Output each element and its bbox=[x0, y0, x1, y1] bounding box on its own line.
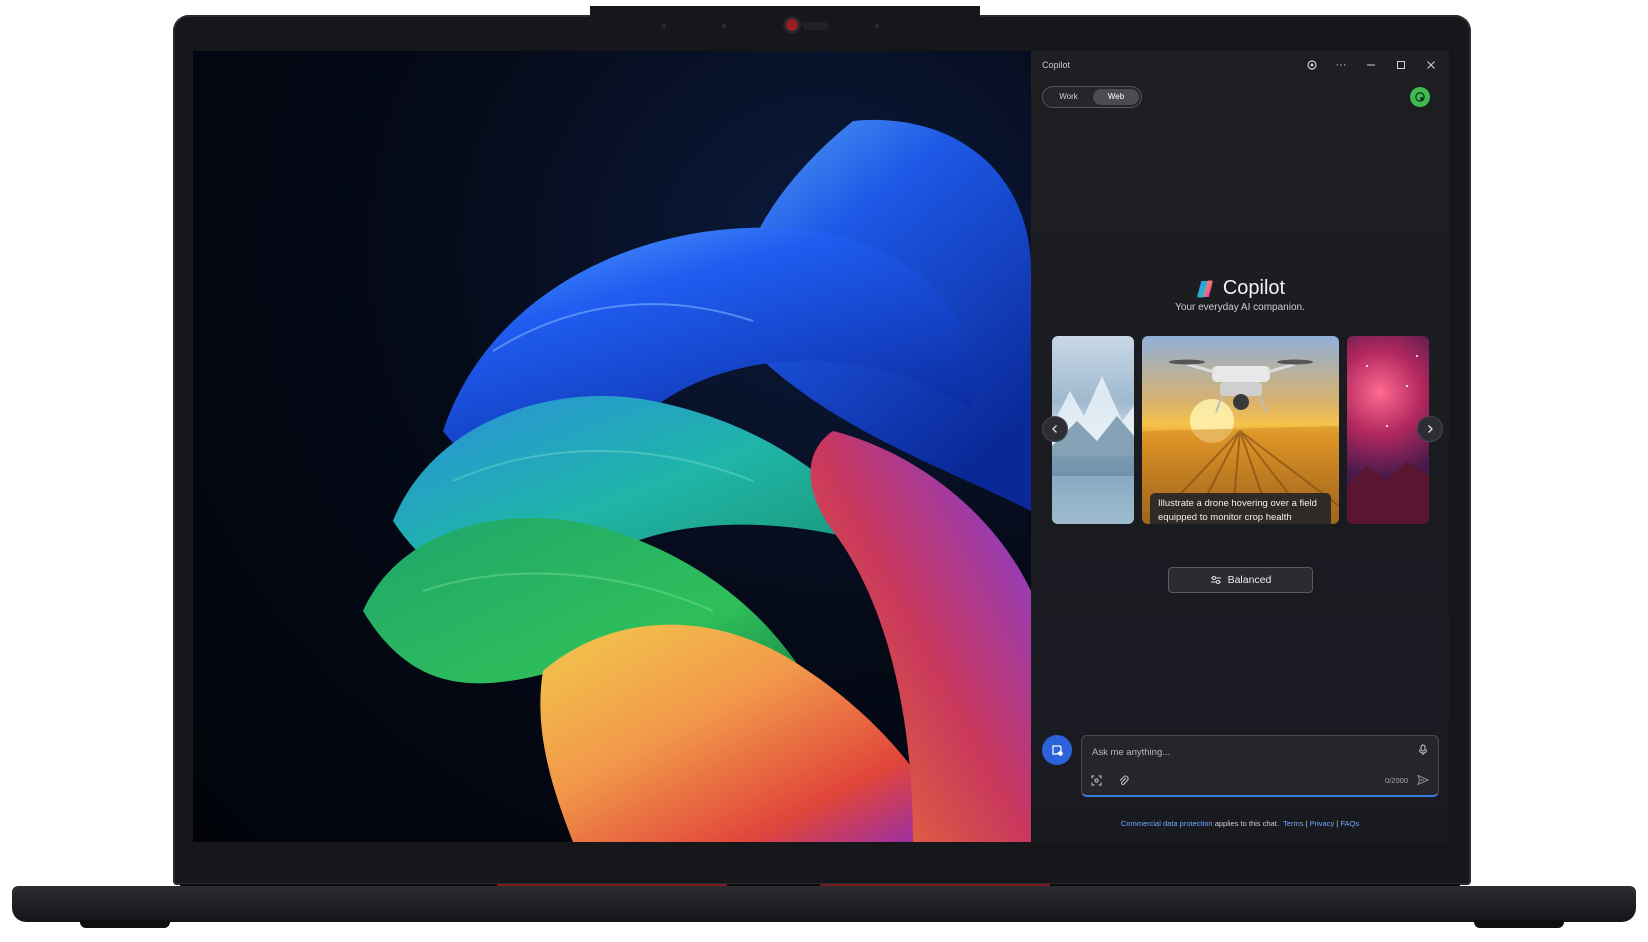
mode-work-tab[interactable]: Work bbox=[1046, 89, 1091, 105]
new-topic-icon bbox=[1052, 745, 1063, 756]
more-options-icon[interactable]: ··· bbox=[1332, 56, 1350, 74]
brand-tagline: Your everyday AI companion. bbox=[1175, 302, 1305, 313]
laptop-foot bbox=[1474, 920, 1564, 928]
new-topic-button[interactable] bbox=[1042, 735, 1072, 765]
desktop-wallpaper bbox=[193, 51, 1031, 842]
close-icon[interactable] bbox=[1422, 56, 1440, 74]
copilot-logo-icon bbox=[1197, 280, 1213, 297]
webcam bbox=[786, 19, 798, 31]
bloom-wallpaper-art bbox=[363, 119, 1031, 842]
laptop-foot bbox=[80, 920, 170, 928]
plugins-icon[interactable] bbox=[1303, 56, 1321, 74]
brand-title: Copilot bbox=[1222, 277, 1286, 299]
image-input-icon[interactable] bbox=[1088, 772, 1104, 788]
carousel-prev-button[interactable] bbox=[1042, 416, 1068, 442]
maximize-icon[interactable] bbox=[1392, 56, 1410, 74]
user-avatar[interactable] bbox=[1410, 87, 1430, 107]
window-title: Copilot bbox=[1042, 60, 1071, 70]
faqs-link[interactable]: FAQs bbox=[1340, 819, 1359, 828]
carousel-next-button[interactable] bbox=[1417, 416, 1443, 442]
terms-link[interactable]: Terms bbox=[1283, 819, 1303, 828]
chat-composer: 0/2000 bbox=[1081, 735, 1439, 797]
sensor-dot bbox=[803, 22, 829, 30]
footer-text: applies to this chat. bbox=[1212, 819, 1279, 828]
title-bar: Copilot ··· bbox=[1031, 51, 1449, 77]
chevron-right-icon bbox=[1428, 425, 1433, 433]
chevron-left-icon bbox=[1052, 425, 1057, 433]
send-icon[interactable] bbox=[1415, 772, 1431, 788]
microphone-icon[interactable] bbox=[1415, 742, 1431, 758]
minimize-icon[interactable] bbox=[1362, 56, 1380, 74]
suggestion-caption: Illustrate a drone hovering over a field… bbox=[1150, 493, 1331, 524]
conversation-style-label: Balanced bbox=[1227, 574, 1272, 586]
sliders-icon bbox=[1210, 575, 1221, 585]
laptop-base bbox=[12, 886, 1636, 922]
chat-footer: Commercial data protection applies to th… bbox=[1031, 819, 1449, 828]
work-web-toggle: Work Web bbox=[1042, 86, 1142, 108]
sensor-dot bbox=[662, 24, 666, 28]
copilot-panel: Copilot ··· Work Web Copilot Your everyd… bbox=[1031, 51, 1449, 842]
character-counter: 0/2000 bbox=[1385, 776, 1408, 785]
privacy-link[interactable]: Privacy bbox=[1310, 819, 1335, 828]
conversation-style-button[interactable]: Balanced bbox=[1168, 567, 1313, 593]
profile-icon bbox=[1415, 92, 1425, 102]
camera-notch bbox=[590, 6, 980, 42]
chat-input[interactable] bbox=[1090, 742, 1394, 762]
suggestion-card-drone[interactable]: Illustrate a drone hovering over a field… bbox=[1142, 336, 1339, 524]
laptop-screen: Copilot ··· Work Web Copilot Your everyd… bbox=[193, 51, 1449, 842]
mode-web-tab[interactable]: Web bbox=[1093, 89, 1139, 105]
commercial-data-protection-link[interactable]: Commercial data protection bbox=[1121, 819, 1213, 828]
copilot-brand: Copilot bbox=[1031, 277, 1449, 300]
sensor-dot bbox=[875, 24, 879, 28]
sensor-dot bbox=[722, 24, 726, 28]
drone-graphic bbox=[1169, 359, 1313, 413]
attachment-icon[interactable] bbox=[1115, 772, 1131, 788]
